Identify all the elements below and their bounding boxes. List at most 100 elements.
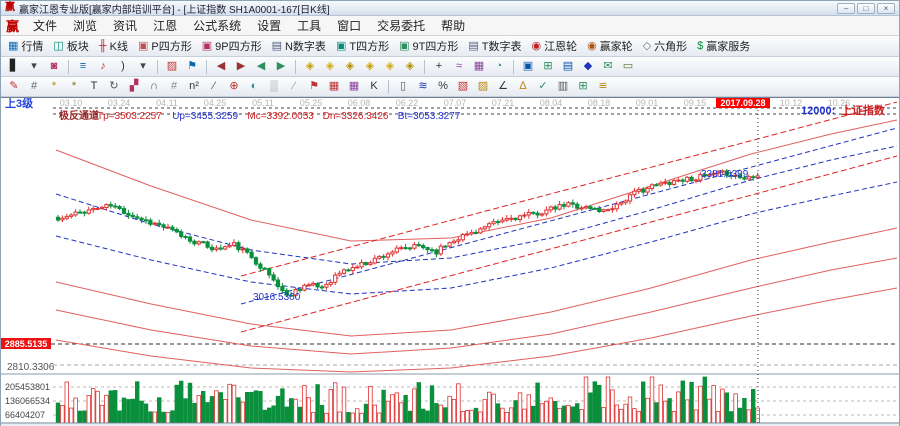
message-icon[interactable]: ✉ [599, 58, 617, 75]
gann-tool-5-icon[interactable]: ◈ [381, 58, 399, 75]
save-icon[interactable]: ◆ [579, 58, 597, 75]
gann-tool-4-icon[interactable]: ◈ [361, 58, 379, 75]
volume-scale-2: 66404207 [5, 410, 45, 420]
volume-bar [461, 411, 465, 423]
chart-area[interactable]: 03.1003.2404.1104.2505.1105.2506.0806.22… [1, 97, 899, 425]
volume-bar [56, 403, 60, 423]
grid-zoom-icon[interactable]: ▦ [470, 58, 488, 75]
time-grid-icon[interactable]: ▦ [345, 78, 363, 95]
square-of-nine-icon[interactable]: n² [185, 78, 203, 95]
indicator-stamp-icon[interactable]: ◙ [45, 58, 63, 75]
t-square-button[interactable]: ▣T四方形 [332, 36, 395, 56]
candle-body [127, 213, 130, 215]
wave-lines-icon[interactable]: ≋ [414, 78, 432, 95]
confirm-tool-icon[interactable]: ✓ [534, 78, 552, 95]
n-number-table-button[interactable]: ▤N数字表 [268, 36, 332, 56]
close-button[interactable]: × [877, 3, 895, 14]
info-list-icon[interactable]: ≡ [74, 58, 92, 75]
shade-tool-icon[interactable]: ▒ [265, 78, 283, 95]
next-candle-icon[interactable]: ▶ [272, 58, 290, 75]
pattern-grid-icon[interactable]: ▨ [163, 58, 181, 75]
flag-note-icon[interactable]: ⚑ [305, 78, 323, 95]
fib-zone-icon[interactable]: ▧ [454, 78, 472, 95]
menu-item-4[interactable]: 公式系统 [185, 15, 249, 36]
percent-retrace-icon[interactable]: % [434, 78, 452, 95]
winner-wheel-button[interactable]: ◉赢家轮 [583, 36, 639, 56]
9t-square-button[interactable]: ▣9T四方形 [395, 36, 464, 56]
menu-item-5[interactable]: 设置 [249, 15, 289, 36]
gann-tool-2-icon[interactable]: ◈ [321, 58, 339, 75]
quote-list-icon[interactable]: ▤ [559, 58, 577, 75]
crosshair-tool-icon[interactable]: + [430, 58, 448, 75]
square-grid-icon[interactable]: # [165, 78, 183, 95]
candle-body [378, 256, 381, 258]
volume-bar [369, 386, 373, 423]
menu-item-3[interactable]: 江恩 [145, 15, 185, 36]
data-table-icon[interactable]: ⊞ [539, 58, 557, 75]
arc-dropdown-icon[interactable]: ▾ [134, 58, 152, 75]
pencil-icon[interactable]: ✎ [5, 78, 23, 95]
menu-item-1[interactable]: 浏览 [65, 15, 105, 36]
menu-item-2[interactable]: 资讯 [105, 15, 145, 36]
parallel-tool-icon[interactable]: ≌ [594, 78, 612, 95]
wave-tool-icon[interactable]: ≈ [450, 58, 468, 75]
t-number-table-button[interactable]: ▤T数字表 [464, 36, 527, 56]
matrix-tool-icon[interactable]: ⊞ [574, 78, 592, 95]
gann-grid-icon[interactable]: # [25, 78, 43, 95]
candle-body [197, 242, 200, 244]
p-square-icon: ▣ [138, 41, 148, 52]
gann-tool-3-icon[interactable]: ◈ [341, 58, 359, 75]
menu-item-8[interactable]: 交易委托 [369, 15, 433, 36]
calendar-icon[interactable]: ▣ [519, 58, 537, 75]
gann-tool-6-icon[interactable]: ◈ [401, 58, 419, 75]
flag-marker-icon[interactable]: ⚑ [183, 58, 201, 75]
minimize-button[interactable]: – [837, 3, 855, 14]
maximize-button[interactable]: □ [857, 3, 875, 14]
angle-tool-icon[interactable]: ∠ [494, 78, 512, 95]
sectors-button[interactable]: ◫板块 [49, 36, 94, 56]
trend-line-icon[interactable]: ∕ [205, 78, 223, 95]
text-tool-icon[interactable]: T [85, 78, 103, 95]
candle-body [461, 235, 464, 240]
quotes-button[interactable]: ▦行情 [4, 36, 49, 56]
menu-item-7[interactable]: 窗口 [329, 15, 369, 36]
rect-tool-icon[interactable]: ▯ [394, 78, 412, 95]
golden-zone-icon[interactable]: ▨ [474, 78, 492, 95]
arc-line-icon[interactable]: ∩ [145, 78, 163, 95]
gann-fan-2-icon[interactable]: * [65, 78, 83, 95]
9p-square-button[interactable]: ▣9P四方形 [198, 36, 268, 56]
time-clock-icon[interactable]: ◔ [490, 58, 508, 75]
kline-chart[interactable]: 03.1003.2404.1104.2505.1105.2506.0806.22… [1, 98, 899, 426]
ray-line-icon[interactable]: ∕ [285, 78, 303, 95]
cycle-tool-icon[interactable]: ↻ [105, 78, 123, 95]
moon-phase-icon[interactable]: ◐ [245, 78, 263, 95]
triangle-tool-icon[interactable]: ∆ [514, 78, 532, 95]
kline-style-dropdown-icon[interactable]: ▾ [25, 58, 43, 75]
arc-tool-icon[interactable]: ) [114, 58, 132, 75]
gann-fan-icon[interactable]: * [45, 78, 63, 95]
menu-item-9[interactable]: 帮助 [433, 15, 473, 36]
winner-service-button[interactable]: $赢家服务 [693, 36, 756, 56]
compass-icon[interactable]: ⊕ [225, 78, 243, 95]
hexagon-button[interactable]: ◇六角形 [639, 36, 693, 56]
k-marker-icon[interactable]: K [365, 78, 383, 95]
price-grid-icon[interactable]: ▦ [325, 78, 343, 95]
kline-style-icon[interactable]: ▋ [5, 58, 23, 75]
sound-alert-icon[interactable]: ♪ [94, 58, 112, 75]
candle-body [466, 234, 469, 235]
delivery-icon[interactable]: ▭ [619, 58, 637, 75]
menu-item-6[interactable]: 工具 [289, 15, 329, 36]
channel-tool-icon[interactable]: ▥ [554, 78, 572, 95]
hatch-tool-icon[interactable]: ▞ [125, 78, 143, 95]
top-right-readout: 12000:上证指数 [801, 103, 886, 117]
first-page-icon[interactable]: ◀ [212, 58, 230, 75]
toolbar-separator [513, 60, 514, 74]
last-page-icon[interactable]: ▶ [232, 58, 250, 75]
gann-tool-1-icon[interactable]: ◈ [301, 58, 319, 75]
menu-item-0[interactable]: 文件 [25, 15, 65, 36]
p-square-button[interactable]: ▣P四方形 [134, 36, 198, 56]
winner-service-icon: $ [697, 41, 703, 52]
prev-candle-icon[interactable]: ◀ [252, 58, 270, 75]
kline-button[interactable]: ╫K线 [95, 36, 134, 56]
gann-wheel-button[interactable]: ◉江恩轮 [527, 36, 583, 56]
